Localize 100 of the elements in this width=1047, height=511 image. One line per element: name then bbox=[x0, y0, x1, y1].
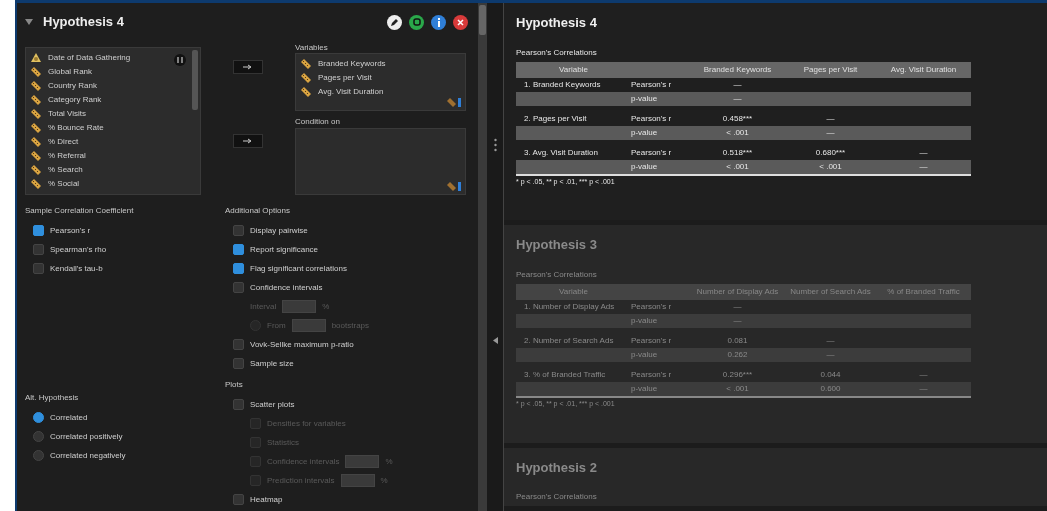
option-label: Correlated bbox=[50, 411, 88, 424]
checkbox[interactable] bbox=[233, 358, 244, 369]
checkbox[interactable] bbox=[233, 225, 244, 236]
ruler-icon bbox=[30, 136, 42, 148]
radio-button[interactable] bbox=[33, 431, 44, 442]
ruler-icon bbox=[300, 72, 312, 84]
variable-item[interactable]: Branded Keywords bbox=[300, 57, 465, 71]
checkbox[interactable] bbox=[233, 263, 244, 274]
variable-item[interactable]: Date of Data Gathering bbox=[30, 51, 200, 65]
info-button[interactable] bbox=[431, 14, 446, 30]
table-cell-text: — bbox=[825, 126, 836, 139]
table-cell-text: 3. % of Branded Traffic bbox=[523, 368, 607, 381]
ruler-icon bbox=[30, 108, 42, 120]
column-header: Avg. Visit Duration bbox=[889, 63, 958, 76]
radio-button[interactable] bbox=[33, 412, 44, 423]
collapse-arrow-icon[interactable] bbox=[492, 337, 498, 344]
scrollbar[interactable] bbox=[192, 50, 198, 110]
table-cell-text: 0.081 bbox=[726, 334, 749, 347]
variable-item[interactable]: Category Rank bbox=[30, 93, 200, 107]
option-label: Vovk-Sellke maximum p-ratio bbox=[250, 338, 354, 351]
checkbox[interactable] bbox=[233, 244, 244, 255]
table-title: Pearson's Correlations bbox=[516, 491, 598, 503]
move-button[interactable] bbox=[233, 60, 263, 74]
copy-icon bbox=[412, 18, 421, 26]
table-cell-text: — bbox=[918, 160, 929, 173]
column-header: Variable bbox=[558, 285, 589, 298]
table-cell-text: Pearson's r bbox=[631, 368, 673, 381]
table-cell-text: — bbox=[732, 300, 743, 313]
table-cell-text: Pearson's r bbox=[631, 334, 673, 347]
ruler-icon bbox=[30, 150, 42, 162]
close-button[interactable] bbox=[453, 14, 468, 30]
radio-button[interactable] bbox=[33, 450, 44, 461]
table-cell-text: < .001 bbox=[725, 126, 750, 139]
variable-item[interactable]: % Direct bbox=[30, 135, 200, 149]
table-cell-text: — bbox=[825, 348, 836, 361]
duplicate-button[interactable] bbox=[409, 14, 424, 30]
ruler-icon bbox=[447, 97, 461, 107]
group-heading: Alt. Hypothesis bbox=[25, 392, 80, 404]
table-cell-text: 0.518*** bbox=[721, 146, 754, 159]
table-cell-text: < .001 bbox=[725, 382, 750, 395]
option-label: Heatmap bbox=[250, 493, 283, 506]
option-label: Pearson's r bbox=[50, 224, 91, 237]
table-cell-text: p-value bbox=[631, 314, 659, 327]
checkbox[interactable] bbox=[33, 263, 44, 274]
table-cell-text: — bbox=[732, 78, 743, 91]
close-icon bbox=[457, 18, 464, 26]
section-title: Hypothesis 3 bbox=[516, 236, 598, 255]
table-cell-text: Pearson's r bbox=[631, 146, 673, 159]
table-cell-text: < .001 bbox=[725, 160, 750, 173]
table-cell-text: Pearson's r bbox=[631, 112, 673, 125]
variable-item[interactable]: Pages per Visit bbox=[300, 71, 465, 85]
variable-item[interactable]: % Social bbox=[30, 177, 200, 191]
ruler-icon bbox=[30, 178, 42, 190]
table-title: Pearson's Correlations bbox=[516, 268, 598, 281]
checkbox[interactable] bbox=[233, 339, 244, 350]
option-label: Kendall's tau-b bbox=[50, 262, 103, 275]
checkbox[interactable] bbox=[233, 399, 244, 410]
checkbox[interactable] bbox=[233, 282, 244, 293]
pencil-icon bbox=[390, 17, 399, 27]
table-cell-text: 1. Branded Keywords bbox=[523, 78, 602, 91]
move-button[interactable] bbox=[233, 134, 263, 148]
table-cell-text: < .001 bbox=[818, 160, 843, 173]
option-label: Flag significant correlations bbox=[250, 262, 347, 275]
edit-button[interactable] bbox=[387, 14, 402, 30]
group-heading: Sample Correlation Coefficient bbox=[25, 205, 135, 217]
collapse-toggle[interactable] bbox=[25, 19, 33, 25]
ruler-icon bbox=[30, 66, 42, 78]
variable-item[interactable]: % Search bbox=[30, 163, 200, 177]
variable-item[interactable]: Country Rank bbox=[30, 79, 200, 93]
column-header: Branded Keywords bbox=[702, 63, 773, 76]
checkbox[interactable] bbox=[33, 225, 44, 236]
variable-item[interactable]: Total Visits bbox=[30, 107, 200, 121]
ruler-icon bbox=[30, 122, 42, 134]
arrow-right-icon bbox=[243, 64, 253, 70]
arrow-right-icon bbox=[243, 138, 253, 144]
table-cell-text: 0.600 bbox=[819, 382, 842, 395]
checkbox[interactable] bbox=[233, 494, 244, 505]
table-cell-text: 2. Pages per Visit bbox=[523, 112, 588, 125]
ruler-icon bbox=[447, 181, 461, 191]
ruler-icon bbox=[300, 86, 312, 98]
table-cell-text: — bbox=[732, 92, 743, 105]
variable-item[interactable]: % Bounce Rate bbox=[30, 121, 200, 135]
scrollbar[interactable] bbox=[479, 5, 486, 35]
unit-label: % bbox=[380, 474, 388, 487]
variable-item[interactable]: Global Rank bbox=[30, 65, 200, 79]
group-heading: Plots bbox=[225, 379, 244, 391]
table-cell-text: — bbox=[918, 368, 929, 381]
option-label: Sample size bbox=[250, 357, 294, 370]
variable-item[interactable]: Avg. Visit Duration bbox=[300, 85, 465, 99]
unit-label: % bbox=[385, 455, 393, 468]
box-label: Variables bbox=[295, 42, 329, 53]
variable-item[interactable]: % Referral bbox=[30, 149, 200, 163]
table-cell-text: p-value bbox=[631, 126, 659, 139]
table-cell-text: 0.458*** bbox=[721, 112, 754, 125]
option-label: Correlated positively bbox=[50, 430, 123, 443]
drag-handle-icon[interactable] bbox=[493, 138, 497, 152]
column-header: Pages per Visit bbox=[802, 63, 859, 76]
table-cell-text: 3. Avg. Visit Duration bbox=[523, 146, 599, 159]
table-cell-text: — bbox=[825, 112, 836, 125]
checkbox[interactable] bbox=[33, 244, 44, 255]
